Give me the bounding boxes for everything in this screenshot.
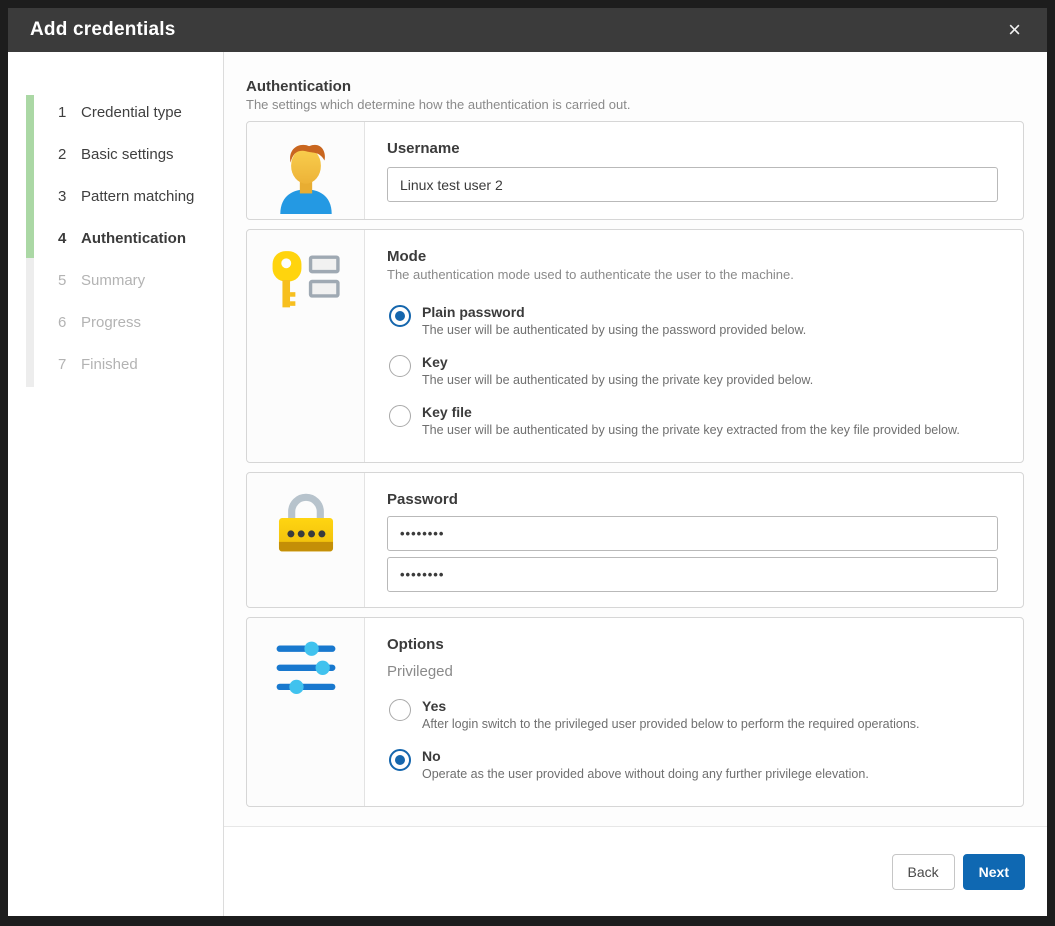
mode-card: Mode The authentication mode used to aut… (246, 229, 1024, 463)
radio-description: The user will be authenticated by using … (422, 323, 806, 337)
mode-description: The authentication mode used to authenti… (387, 267, 998, 282)
step-basic-settings[interactable]: 2 Basic settings (8, 133, 223, 175)
next-button[interactable]: Next (963, 854, 1025, 890)
radio-yes[interactable] (389, 699, 411, 721)
radio-label: Key file (422, 404, 960, 420)
username-body: Username (365, 122, 1023, 219)
step-number: 2 (58, 146, 81, 163)
progress-rail-todo (26, 258, 34, 387)
privileged-label: Privileged (387, 663, 998, 680)
radio-description: The user will be authenticated by using … (422, 373, 813, 387)
key-icon (268, 248, 344, 317)
back-button[interactable]: Back (892, 854, 955, 890)
step-summary[interactable]: 5 Summary (8, 259, 223, 301)
step-label: Summary (81, 272, 145, 289)
dialog-titlebar: Add credentials × (8, 8, 1047, 52)
mode-option-key[interactable]: Key The user will be authenticated by us… (389, 354, 998, 390)
step-number: 4 (58, 230, 81, 247)
step-progress[interactable]: 6 Progress (8, 301, 223, 343)
step-number: 6 (58, 314, 81, 331)
username-icon-column (247, 122, 365, 219)
radio-label: No (422, 748, 869, 764)
step-number: 3 (58, 188, 81, 205)
options-icon-column (247, 618, 365, 806)
privileged-option-yes[interactable]: Yes After login switch to the privileged… (389, 698, 998, 734)
privileged-options: Yes After login switch to the privileged… (389, 698, 998, 806)
dialog-body: 1 Credential type 2 Basic settings 3 Pat… (8, 52, 1047, 916)
mode-option-key-file[interactable]: Key file The user will be authenticated … (389, 404, 998, 440)
password-confirm-input[interactable] (387, 557, 998, 592)
mode-body: Mode The authentication mode used to aut… (365, 230, 1023, 462)
mode-label: Mode (387, 248, 998, 265)
options-body: Options Privileged Yes After login switc… (365, 618, 1023, 806)
step-finished[interactable]: 7 Finished (8, 343, 223, 385)
password-input[interactable] (387, 516, 998, 551)
step-authentication[interactable]: 4 Authentication (8, 217, 223, 259)
options-card: Options Privileged Yes After login switc… (246, 617, 1024, 807)
step-number: 1 (58, 104, 81, 121)
wizard-sidebar: 1 Credential type 2 Basic settings 3 Pat… (8, 52, 224, 916)
radio-key[interactable] (389, 355, 411, 377)
step-pattern-matching[interactable]: 3 Pattern matching (8, 175, 223, 217)
username-input[interactable] (387, 167, 998, 202)
step-number: 5 (58, 272, 81, 289)
mode-options: Plain password The user will be authenti… (389, 304, 998, 462)
user-icon (273, 140, 339, 219)
radio-key-file[interactable] (389, 405, 411, 427)
step-label: Basic settings (81, 146, 174, 163)
password-card: Password (246, 472, 1024, 608)
radio-description: Operate as the user provided above witho… (422, 767, 869, 781)
wizard-progress-rail (26, 95, 34, 387)
step-label: Credential type (81, 104, 182, 121)
main-panel: Authentication The settings which determ… (224, 52, 1047, 916)
radio-description: After login switch to the privileged use… (422, 717, 920, 731)
add-credentials-dialog: Add credentials × 1 Credential type 2 Ba… (8, 8, 1047, 916)
page-title: Authentication (246, 78, 1024, 95)
step-number: 7 (58, 356, 81, 373)
step-label: Authentication (81, 230, 186, 247)
page-subtitle: The settings which determine how the aut… (246, 97, 1024, 112)
step-label: Progress (81, 314, 141, 331)
password-body: Password (365, 473, 1023, 607)
wizard-steps: 1 Credential type 2 Basic settings 3 Pat… (8, 52, 223, 385)
username-label: Username (387, 140, 998, 157)
username-card: Username (246, 121, 1024, 220)
privileged-option-no[interactable]: No Operate as the user provided above wi… (389, 748, 998, 784)
sliders-icon (270, 636, 342, 703)
step-content: Authentication The settings which determ… (224, 52, 1047, 826)
dialog-title: Add credentials (30, 19, 176, 41)
step-label: Finished (81, 356, 138, 373)
step-label: Pattern matching (81, 188, 194, 205)
mode-option-plain-password[interactable]: Plain password The user will be authenti… (389, 304, 998, 340)
radio-plain-password[interactable] (389, 305, 411, 327)
mode-icon-column (247, 230, 365, 462)
step-credential-type[interactable]: 1 Credential type (8, 91, 223, 133)
radio-no[interactable] (389, 749, 411, 771)
password-icon-column (247, 473, 365, 607)
progress-rail-done (26, 95, 34, 258)
radio-label: Key (422, 354, 813, 370)
lock-icon (270, 491, 342, 558)
radio-label: Plain password (422, 304, 806, 320)
dialog-footer: Back Next (224, 826, 1047, 916)
radio-label: Yes (422, 698, 920, 714)
close-icon[interactable]: × (1004, 17, 1025, 43)
page-header: Authentication The settings which determ… (246, 78, 1024, 112)
radio-description: The user will be authenticated by using … (422, 423, 960, 437)
password-label: Password (387, 491, 998, 508)
options-label: Options (387, 636, 998, 653)
